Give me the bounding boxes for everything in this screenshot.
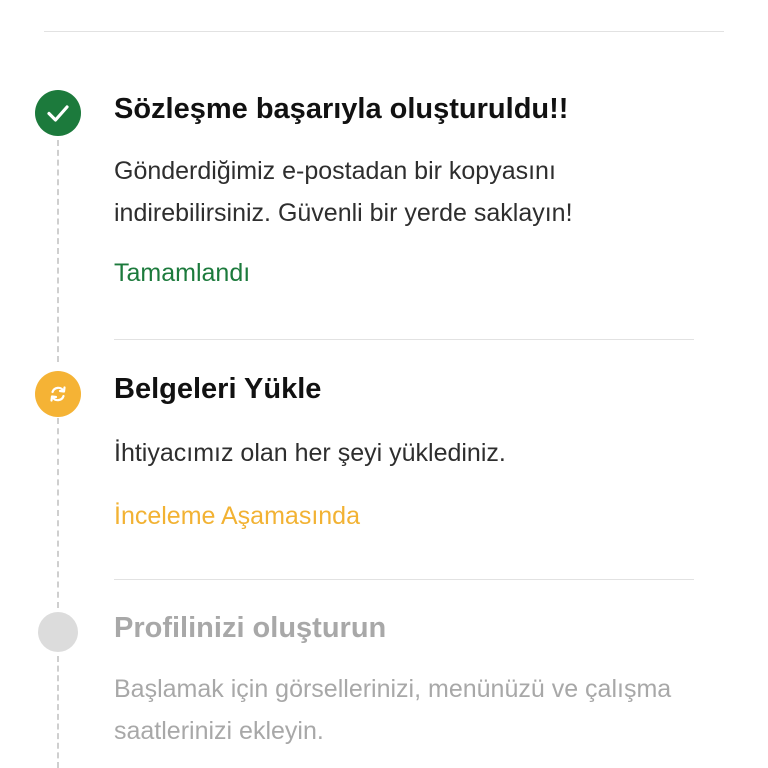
timeline-connector	[57, 418, 59, 608]
empty-circle-icon	[38, 612, 78, 652]
timeline-connector	[57, 656, 59, 768]
check-icon	[35, 90, 81, 136]
step-divider	[114, 339, 694, 340]
step-description: İhtiyacımız olan her şeyi yüklediniz.	[114, 439, 506, 467]
onboarding-steps: Sözleşme başarıyla oluşturuldu!! Gönderd…	[0, 0, 768, 768]
step-title: Belgeleri Yükle	[114, 373, 322, 405]
step-description: Başlamak için görsellerinizi, menünüzü v…	[114, 675, 672, 745]
refresh-icon	[35, 371, 81, 417]
step-description: Gönderdiğimiz e-postadan bir kopyasını i…	[114, 157, 573, 227]
step-divider	[114, 579, 694, 580]
status-completed: Tamamlandı	[114, 259, 251, 287]
top-divider	[44, 31, 724, 32]
step-title: Profilinizi oluşturun	[114, 612, 387, 644]
timeline-connector	[57, 140, 59, 362]
status-in-review: İnceleme Aşamasında	[114, 502, 360, 530]
step-title: Sözleşme başarıyla oluşturuldu!!	[114, 93, 569, 125]
